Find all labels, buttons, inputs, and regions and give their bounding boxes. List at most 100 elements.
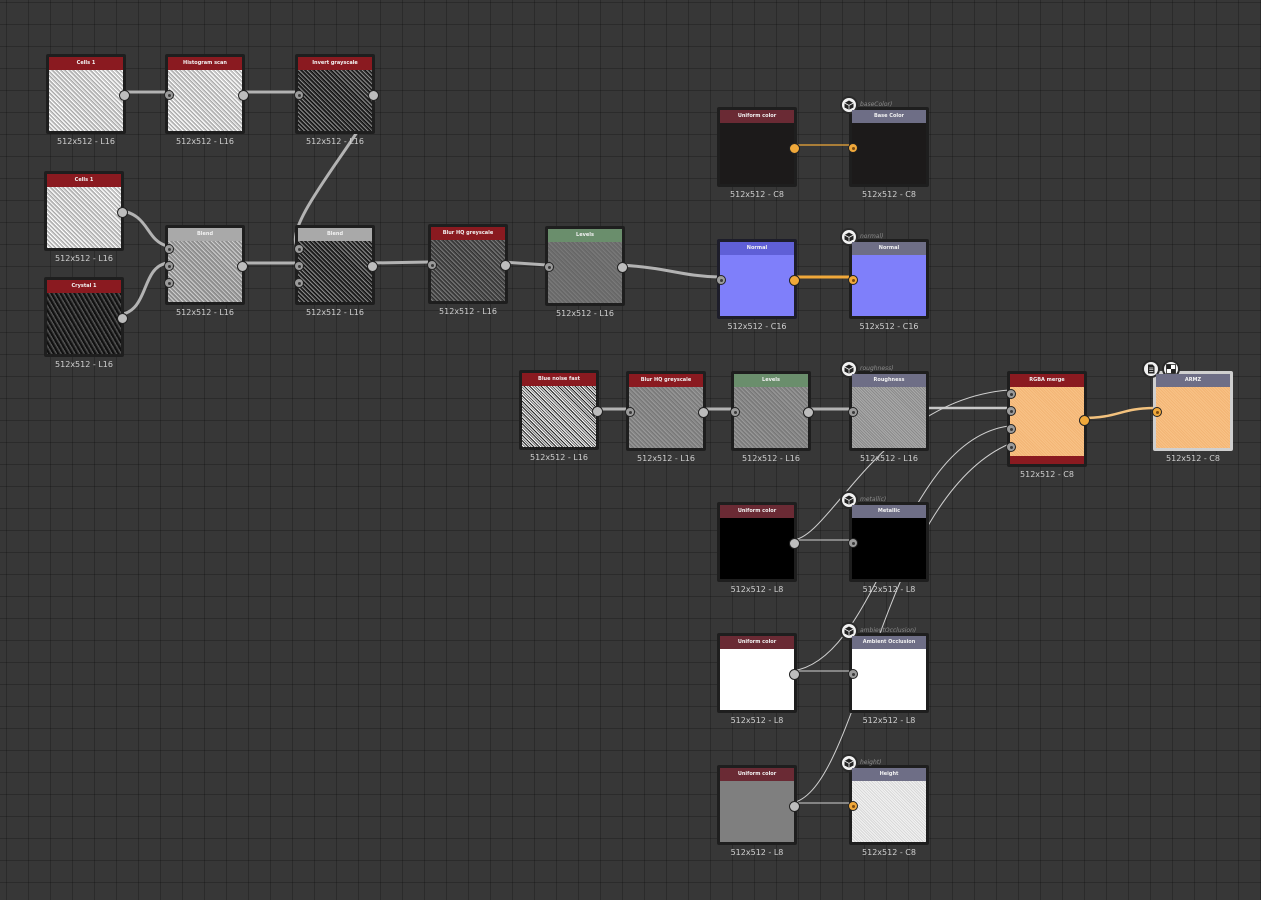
node-title: Normal (720, 242, 794, 255)
node-title: Uniform color (720, 110, 794, 123)
node-output-height[interactable]: height) Height 512x512 - C8 (840, 754, 929, 857)
node-normal[interactable]: Normal 512x512 - C16 (716, 239, 800, 331)
node-thumbnail (852, 255, 926, 316)
node-uniform-color-ao[interactable]: Uniform color 512x512 - L8 (717, 633, 800, 725)
node-thumbnail (298, 241, 372, 302)
input-port[interactable] (730, 407, 740, 417)
input-port[interactable] (625, 407, 635, 417)
node-resolution: 512x512 - L16 (176, 137, 234, 146)
input-port[interactable] (164, 261, 174, 271)
node-resolution: 512x512 - C16 (727, 322, 787, 331)
node-blur-hq-greyscale-1[interactable]: Blur HQ greyscale 512x512 - L16 (427, 224, 511, 316)
input-port[interactable] (848, 538, 858, 548)
output-port[interactable] (500, 260, 511, 271)
node-levels-2[interactable]: Levels 512x512 - L16 (730, 371, 814, 463)
node-thumbnail (47, 187, 121, 248)
node-title: Blur HQ greyscale (431, 227, 505, 240)
node-title: Base Color (852, 110, 926, 123)
node-title: Uniform color (720, 636, 794, 649)
input-port[interactable] (1152, 407, 1162, 417)
node-thumbnail (852, 518, 926, 579)
input-port[interactable] (848, 669, 858, 679)
node-output-normal[interactable]: normal) Normal 512x512 - C16 (840, 228, 929, 331)
output-port[interactable] (368, 90, 379, 101)
node-title: Levels (734, 374, 808, 387)
input-port[interactable] (294, 261, 304, 271)
input-port[interactable] (848, 407, 858, 417)
graph-canvas[interactable]: Cells 1 512x512 - L16 Histogram scan 512… (0, 0, 1261, 900)
input-port[interactable] (544, 262, 554, 272)
input-port[interactable] (164, 90, 174, 100)
node-blend-2[interactable]: Blend 512x512 - L16 (294, 225, 378, 317)
node-output-armz[interactable]: ARMZ 512x512 - C8 (1142, 360, 1233, 463)
input-port-a[interactable] (1006, 442, 1016, 452)
node-title: Blur HQ greyscale (629, 374, 703, 387)
node-resolution: 512x512 - L16 (55, 254, 113, 263)
node-resolution: 512x512 - L8 (730, 716, 784, 725)
input-port[interactable] (716, 275, 726, 285)
node-cells-1-mid[interactable]: Cells 1 512x512 - L16 (44, 171, 128, 263)
node-thumbnail (720, 781, 794, 842)
node-thumbnail (852, 387, 926, 448)
node-invert-grayscale[interactable]: Invert grayscale 512x512 - L16 (294, 54, 379, 146)
input-port[interactable] (164, 244, 174, 254)
usage-label: roughness) (860, 365, 894, 372)
input-port[interactable] (848, 143, 858, 153)
input-port[interactable] (164, 278, 174, 288)
output-port[interactable] (237, 261, 248, 272)
output-port[interactable] (789, 275, 800, 286)
node-title: Histogram scan (168, 57, 242, 70)
node-title: Roughness (852, 374, 926, 387)
node-thumbnail (734, 387, 808, 448)
node-thumbnail (168, 70, 242, 131)
node-uniform-color-base[interactable]: Uniform color 512x512 - C8 (717, 107, 800, 199)
node-output-ambient-occlusion[interactable]: ambientOcclusion) Ambient Occlusion 512x… (840, 622, 929, 725)
input-port[interactable] (294, 90, 304, 100)
node-blur-hq-greyscale-2[interactable]: Blur HQ greyscale 512x512 - L16 (625, 371, 709, 463)
output-port[interactable] (617, 262, 628, 273)
output-port[interactable] (117, 313, 128, 324)
node-title: Cells 1 (49, 57, 123, 70)
node-thumbnail (522, 386, 596, 447)
output-port[interactable] (117, 207, 128, 218)
node-levels-1[interactable]: Levels 512x512 - L16 (544, 226, 628, 318)
node-output-roughness[interactable]: roughness) Roughness 512x512 - L16 (840, 360, 929, 463)
output-port[interactable] (367, 261, 378, 272)
wire (791, 443, 1010, 804)
input-port-b[interactable] (1006, 424, 1016, 434)
output-port[interactable] (238, 90, 249, 101)
output-port[interactable] (789, 669, 800, 680)
node-blue-noise-fast[interactable]: Blue noise fast 512x512 - L16 (519, 370, 603, 462)
input-port-r[interactable] (1006, 389, 1016, 399)
input-port[interactable] (848, 801, 858, 811)
output-port[interactable] (119, 90, 130, 101)
output-port[interactable] (592, 406, 603, 417)
output-port[interactable] (803, 407, 814, 418)
node-uniform-color-height[interactable]: Uniform color 512x512 - L8 (717, 765, 800, 857)
node-output-base-color[interactable]: baseColor) Base Color 512x512 - C8 (840, 96, 929, 199)
input-port[interactable] (294, 244, 304, 254)
node-cells-1-top[interactable]: Cells 1 512x512 - L16 (46, 54, 130, 146)
node-uniform-color-metallic[interactable]: Uniform color 512x512 - L8 (717, 502, 800, 594)
input-port[interactable] (294, 278, 304, 288)
node-output-metallic[interactable]: metallic) Metallic 512x512 - L8 (840, 491, 929, 594)
output-port[interactable] (1079, 415, 1090, 426)
usage-label: metallic) (860, 496, 887, 503)
node-crystal-1[interactable]: Crystal 1 512x512 - L16 (44, 277, 128, 369)
node-blend-1[interactable]: Blend 512x512 - L16 (164, 225, 248, 317)
input-port-g[interactable] (1006, 406, 1016, 416)
node-title: RGBA merge (1010, 374, 1084, 387)
output-port[interactable] (698, 407, 709, 418)
node-thumbnail (298, 70, 372, 131)
input-port[interactable] (848, 275, 858, 285)
node-resolution: 512x512 - L16 (530, 453, 588, 462)
node-footer-band (1010, 456, 1084, 464)
input-port[interactable] (427, 260, 437, 270)
output-port[interactable] (789, 801, 800, 812)
node-thumbnail (1156, 387, 1230, 448)
output-port[interactable] (789, 143, 800, 154)
node-rgba-merge[interactable]: RGBA merge 512x512 - C8 (1006, 371, 1090, 479)
node-histogram-scan[interactable]: Histogram scan 512x512 - L16 (164, 54, 249, 146)
node-title: Ambient Occlusion (852, 636, 926, 649)
output-port[interactable] (789, 538, 800, 549)
